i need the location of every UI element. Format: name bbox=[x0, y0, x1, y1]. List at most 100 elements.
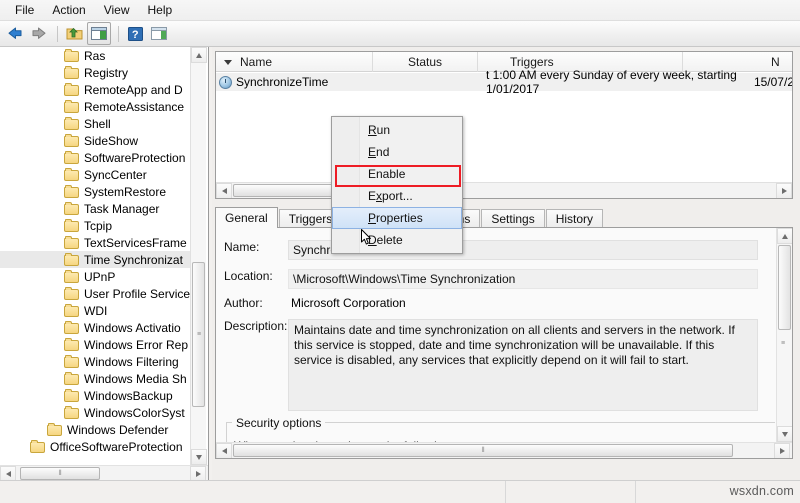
up-folder-icon[interactable] bbox=[63, 23, 85, 44]
column-header-name[interactable]: Name bbox=[216, 52, 373, 72]
toolbar-separator-2 bbox=[118, 25, 119, 42]
field-author-row: Author: Microsoft Corporation bbox=[216, 296, 406, 310]
show-hide-console-tree-icon[interactable] bbox=[87, 22, 111, 45]
tree-node[interactable]: Tcpip bbox=[0, 217, 190, 234]
field-author-value: Microsoft Corporation bbox=[291, 296, 406, 310]
context-menu-items: Run End Enable Export... Properties Delete bbox=[332, 119, 462, 251]
folder-icon bbox=[64, 185, 80, 198]
toolbar-separator-1 bbox=[57, 25, 58, 42]
tree-node[interactable]: WindowsColorSyst bbox=[0, 404, 190, 421]
tree-node[interactable]: Shell bbox=[0, 115, 190, 132]
menu-item-file[interactable]: File bbox=[6, 1, 43, 19]
menu-item-action[interactable]: Action bbox=[43, 1, 94, 19]
tree-node[interactable]: Windows Media Sh bbox=[0, 370, 190, 387]
details-hscroll-thumb[interactable]: ⦀ bbox=[233, 444, 733, 457]
tree-node[interactable]: OfficeSoftwareProtection bbox=[0, 438, 190, 455]
tree-node-label: Windows Filtering bbox=[84, 354, 179, 369]
column-header-status[interactable]: Status bbox=[373, 52, 478, 72]
context-menu-item-run[interactable]: Run bbox=[332, 119, 462, 141]
task-context-menu[interactable]: Run End Enable Export... Properties Delete bbox=[331, 116, 463, 254]
tab-history[interactable]: History bbox=[545, 209, 604, 228]
show-hide-action-pane-icon[interactable] bbox=[148, 23, 170, 44]
folder-icon bbox=[64, 406, 80, 419]
task-list-view[interactable]: Name Status Triggers N SynchronizeTime t… bbox=[215, 51, 793, 199]
tab-label: Triggers bbox=[288, 212, 333, 226]
tab-general[interactable]: General bbox=[215, 207, 278, 228]
tab-settings[interactable]: Settings bbox=[481, 209, 545, 228]
context-menu-item-enable[interactable]: Enable bbox=[332, 163, 462, 185]
security-options-group-label: Security options bbox=[232, 416, 326, 430]
table-row[interactable]: SynchronizeTime t 1:00 AM every Sunday o… bbox=[216, 68, 792, 96]
context-menu-item-export[interactable]: Export... bbox=[332, 185, 462, 207]
tree-node[interactable]: User Profile Service bbox=[0, 285, 190, 302]
folder-icon bbox=[64, 389, 80, 402]
folder-icon bbox=[64, 83, 80, 96]
folder-icon bbox=[64, 287, 80, 300]
tree-node[interactable]: Windows Filtering bbox=[0, 353, 190, 370]
tree-node[interactable]: WDI bbox=[0, 302, 190, 319]
tree-node-label: Windows Error Rep bbox=[84, 337, 189, 352]
tree-node[interactable]: UPnP bbox=[0, 268, 190, 285]
context-menu-item-end[interactable]: End bbox=[332, 141, 462, 163]
tree-node[interactable]: Windows Error Rep bbox=[0, 336, 190, 353]
tree-node[interactable]: Registry bbox=[0, 64, 190, 81]
tree-node[interactable]: Task Manager bbox=[0, 200, 190, 217]
context-menu-item-delete[interactable]: Delete bbox=[332, 229, 462, 251]
tree-horizontal-scrollbar[interactable]: ⦀ bbox=[0, 465, 208, 482]
details-scroll-left-button[interactable] bbox=[216, 443, 232, 458]
menu-item-view[interactable]: View bbox=[95, 1, 139, 19]
tree-node[interactable]: RemoteAssistance bbox=[0, 98, 190, 115]
tree-node[interactable]: TextServicesFrame bbox=[0, 234, 190, 251]
tree-node[interactable]: RemoteApp and D bbox=[0, 81, 190, 98]
folder-icon bbox=[64, 168, 80, 181]
back-arrow-icon[interactable] bbox=[4, 23, 26, 44]
tree-node-label: TextServicesFrame bbox=[84, 235, 187, 250]
folder-icon bbox=[64, 236, 80, 249]
field-description-value: Maintains date and time synchronization … bbox=[288, 319, 758, 411]
tree-node-label: SideShow bbox=[84, 133, 139, 148]
menu-item-help[interactable]: Help bbox=[139, 1, 182, 19]
status-bar: wsxdn.com bbox=[0, 480, 800, 503]
tree-scroll-down-button[interactable] bbox=[191, 449, 207, 465]
task-list-horizontal-scrollbar[interactable] bbox=[216, 182, 792, 198]
tree-node[interactable]: WindowsBackup bbox=[0, 387, 190, 404]
folder-icon bbox=[64, 100, 80, 113]
details-scroll-up-button[interactable] bbox=[777, 228, 792, 244]
tree-node[interactable]: SystemRestore bbox=[0, 183, 190, 200]
tree-node-label: WDI bbox=[84, 303, 108, 318]
tree-node[interactable]: Time Synchronizat bbox=[0, 251, 190, 268]
tree-scroll-thumb[interactable]: ≡ bbox=[192, 262, 205, 407]
tree-vertical-scrollbar[interactable]: ≡ bbox=[190, 47, 207, 465]
tree-scroll-up-button[interactable] bbox=[191, 47, 207, 63]
details-horizontal-scrollbar[interactable]: ⦀ bbox=[216, 442, 792, 458]
details-vscroll-thumb[interactable] bbox=[778, 245, 791, 330]
details-scroll-right-button[interactable] bbox=[774, 443, 790, 458]
console-tree[interactable]: Ras Registry RemoteApp and D RemoteAssistan… bbox=[0, 47, 208, 465]
tree-node[interactable]: SyncCenter bbox=[0, 166, 190, 183]
context-menu-item-label: End bbox=[368, 145, 390, 159]
tasklist-scroll-left-button[interactable] bbox=[216, 183, 232, 198]
help-icon[interactable]: ? bbox=[124, 23, 146, 44]
tree-node[interactable]: SideShow bbox=[0, 132, 190, 149]
tab-label: Settings bbox=[491, 212, 535, 226]
tree-node-label: User Profile Service bbox=[84, 286, 191, 301]
field-location-row: Location: \Microsoft\Windows\Time Synchr… bbox=[216, 269, 758, 289]
context-menu-item-properties[interactable]: Properties bbox=[332, 207, 462, 229]
details-scroll-down-button[interactable] bbox=[777, 426, 792, 442]
tree-node-label: Windows Media Sh bbox=[84, 371, 187, 386]
tree-node[interactable]: SoftwareProtection bbox=[0, 149, 190, 166]
tree-node[interactable]: Windows Defender bbox=[0, 421, 190, 438]
field-location-value: \Microsoft\Windows\Time Synchronization bbox=[288, 269, 758, 289]
folder-icon bbox=[64, 219, 80, 232]
tree-node-label: UPnP bbox=[84, 269, 116, 284]
details-vertical-scrollbar[interactable]: ≡ bbox=[776, 228, 792, 442]
tree-node[interactable]: Ras bbox=[0, 47, 190, 64]
forward-arrow-icon[interactable] bbox=[28, 23, 50, 44]
mouse-cursor bbox=[361, 229, 372, 246]
tree-hscroll-thumb[interactable]: ⦀ bbox=[20, 467, 100, 480]
tasklist-scroll-right-button[interactable] bbox=[776, 183, 792, 198]
tree-node-label: OfficeSoftwareProtection bbox=[50, 439, 183, 454]
field-description-label: Description: bbox=[224, 319, 288, 333]
tree-node[interactable]: Windows Activatio bbox=[0, 319, 190, 336]
field-name-row: Name: SynchronizeTime bbox=[216, 240, 758, 260]
